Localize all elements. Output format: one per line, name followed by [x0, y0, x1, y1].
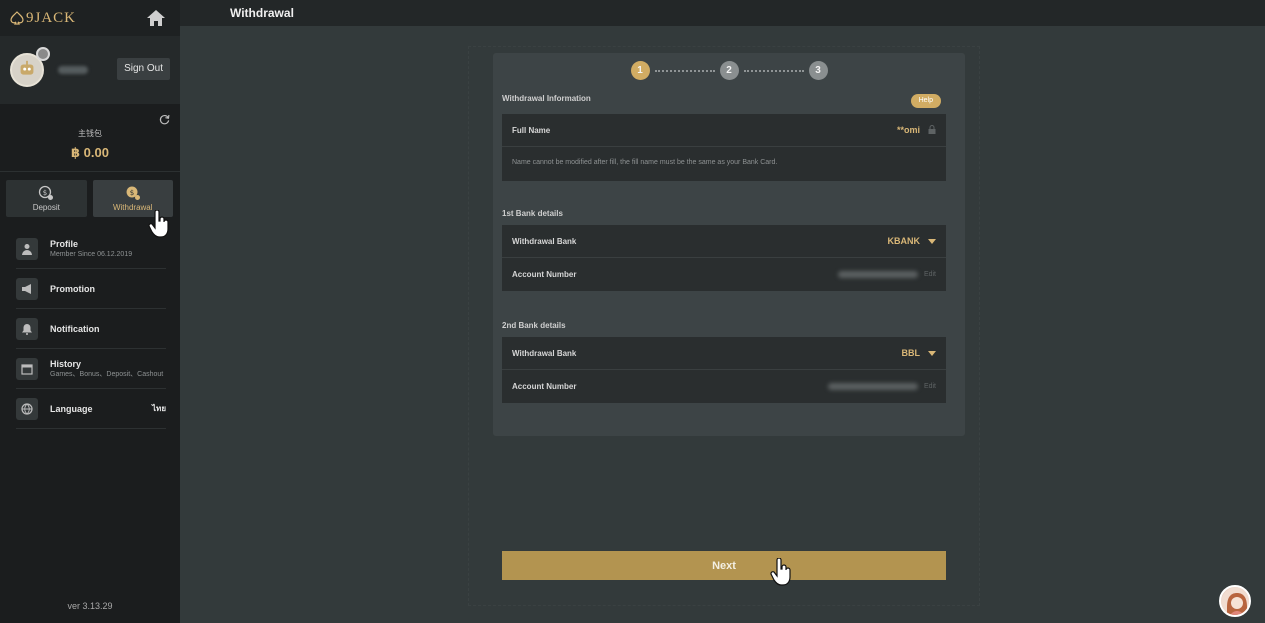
next-button[interactable]: Next [502, 551, 946, 580]
full-name-row: Full Name **omi [502, 114, 946, 147]
sign-out-button[interactable]: Sign Out [117, 58, 170, 80]
bank1-account-blurred [837, 271, 918, 278]
bank2-bank-row[interactable]: Withdrawal Bank BBL [502, 337, 946, 370]
sidebar-item-language[interactable]: Language ไทย [16, 389, 166, 429]
bank2-account-blurred [827, 383, 918, 390]
history-sub: Games、Bonus、Deposit、Cashout [50, 370, 164, 378]
main-content: 1 2 3 Withdrawal Information Help Full N… [180, 26, 1265, 623]
username-blurred [58, 66, 88, 74]
full-name-label: Full Name [512, 125, 551, 135]
deposit-label: Deposit [32, 203, 60, 212]
withdrawal-label: Withdrawal [112, 203, 153, 212]
bank2-bank-value: BBL [901, 348, 921, 358]
bank1-bank-row[interactable]: Withdrawal Bank KBANK [502, 225, 946, 258]
refresh-icon[interactable] [159, 114, 170, 125]
main-header: Withdrawal [180, 0, 1265, 26]
sidebar-item-promotion[interactable]: Promotion [16, 269, 166, 309]
step-3: 3 [808, 61, 828, 80]
deposit-button[interactable]: $ Deposit [6, 180, 87, 217]
wallet-label: 主钱包 [78, 129, 102, 138]
stepper: 1 2 3 [493, 61, 965, 80]
wallet: 主钱包 ฿ 0.00 [0, 104, 180, 172]
bank1-account-label: Account Number [512, 270, 577, 279]
bank1-edit-link[interactable]: Edit [924, 271, 936, 278]
bank2-edit-link[interactable]: Edit [924, 383, 936, 390]
chevron-down-icon[interactable] [928, 350, 936, 356]
sidebar-menu: Profile Member Since 06.12.2019 Promotio… [0, 217, 180, 429]
spade-logo-icon [10, 11, 24, 25]
bank1-account-row: Account Number Edit [502, 258, 946, 291]
page-title: Withdrawal [230, 6, 294, 20]
calendar-icon [16, 357, 38, 380]
globe-icon [16, 397, 38, 420]
sidebar-item-notification[interactable]: Notification [16, 309, 166, 349]
bank2-account-row: Account Number Edit [502, 370, 946, 403]
svg-text:$: $ [130, 189, 134, 197]
support-avatar[interactable] [1219, 585, 1251, 617]
app-version: ver 3.13.29 [67, 601, 113, 611]
step-2: 2 [719, 61, 739, 80]
brand-logo-text: 9JACK [26, 9, 77, 26]
avatar-edit-badge-icon[interactable] [36, 47, 50, 61]
hand-cursor-icon [770, 558, 791, 586]
home-icon[interactable] [146, 9, 166, 27]
step-connector [654, 69, 715, 72]
chevron-down-icon[interactable] [928, 238, 936, 244]
bank1-bank-label: Withdrawal Bank [512, 236, 577, 246]
step-1: 1 [630, 61, 650, 80]
avatar[interactable] [10, 47, 50, 87]
sidebar-header: 9JACK [0, 0, 180, 36]
deposit-coin-icon: $ [39, 185, 54, 200]
sidebar-item-label: Profile [50, 238, 79, 249]
sidebar-item-history[interactable]: History Games、Bonus、Deposit、Cashout [16, 349, 166, 389]
name-note: Name cannot be modified after fill, the … [512, 159, 778, 166]
person-icon [16, 237, 38, 260]
name-panel: Full Name **omi Name cannot be modified … [502, 114, 946, 181]
robot-avatar-icon [20, 60, 34, 75]
bank2-bank-label: Withdrawal Bank [512, 348, 577, 358]
hand-cursor-icon [148, 210, 169, 238]
step-connector [743, 69, 804, 72]
language-value: ไทย [152, 404, 166, 413]
brand-logo[interactable]: 9JACK [10, 10, 76, 27]
withdrawal-info-title: Withdrawal Information [502, 94, 591, 103]
bank2-title: 2nd Bank details [502, 321, 566, 330]
full-name-value: **omi [896, 125, 920, 135]
lock-icon [928, 124, 936, 136]
bank1-bank-value: KBANK [887, 236, 921, 246]
withdrawal-coin-icon: $ [126, 186, 140, 200]
sidebar-item-label: History [50, 358, 82, 369]
bank1-title: 1st Bank details [502, 209, 563, 218]
megaphone-icon [16, 277, 38, 300]
sidebar-item-label: Promotion [50, 283, 95, 294]
sidebar-item-label: Notification [50, 323, 100, 334]
bank2-account-label: Account Number [512, 382, 577, 391]
help-button[interactable]: Help [910, 94, 941, 108]
svg-text:$: $ [43, 189, 47, 197]
bank1-panel: Withdrawal Bank KBANK Account Number Edi… [502, 225, 946, 291]
withdrawal-card: 1 2 3 Withdrawal Information Help Full N… [493, 53, 965, 436]
wallet-amount: ฿ 0.00 [71, 145, 109, 160]
bell-icon [16, 317, 38, 340]
bank2-panel: Withdrawal Bank BBL Account Number Edit [502, 337, 946, 403]
sidebar: 9JACK Sign Out 主钱包 ฿ 0.00 $ Deposit $ Wi… [0, 0, 180, 623]
user-box: Sign Out [0, 36, 180, 104]
sidebar-item-profile[interactable]: Profile Member Since 06.12.2019 [16, 229, 166, 269]
member-since: Member Since 06.12.2019 [50, 250, 133, 258]
sidebar-item-label: Language [50, 403, 93, 414]
